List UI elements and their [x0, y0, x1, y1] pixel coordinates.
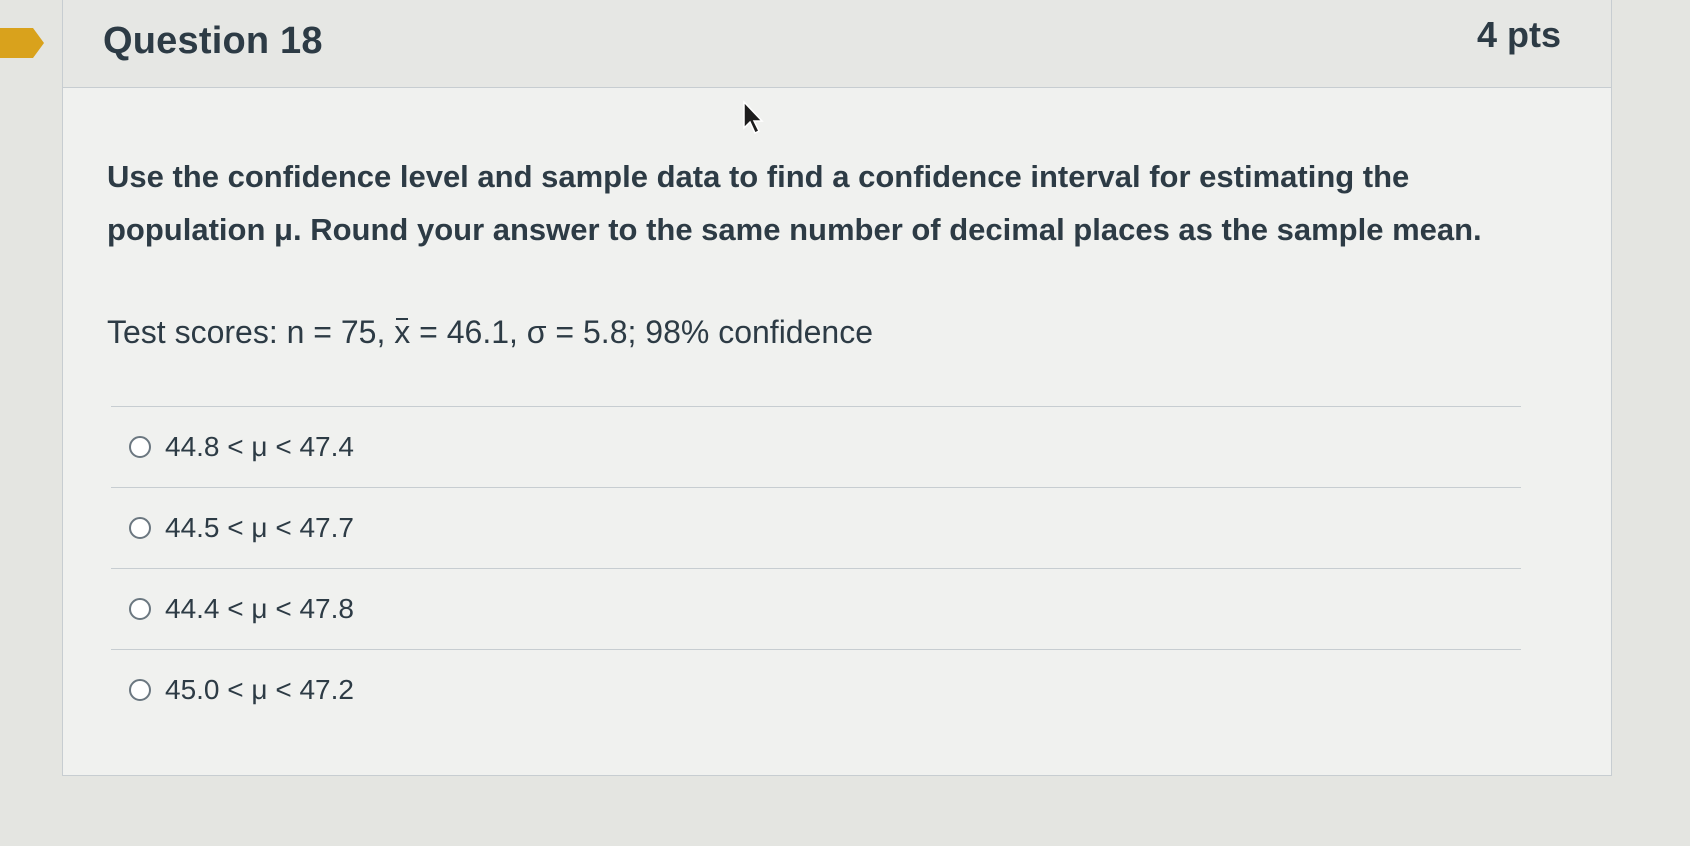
answer-list: 44.8 < μ < 47.4 44.5 < μ < 47.7 44.4 < μ… — [111, 406, 1521, 730]
given-data-prefix: Test scores: n = 75, — [107, 314, 395, 350]
answer-option[interactable]: 44.5 < μ < 47.7 — [111, 488, 1521, 569]
bookmark-flag-icon[interactable] — [0, 28, 44, 58]
given-data: Test scores: n = 75, x = 46.1, σ = 5.8; … — [107, 314, 873, 351]
quiz-page: Question 18 4 pts Use the confidence lev… — [0, 0, 1690, 846]
sample-mean-symbol: x — [394, 314, 411, 350]
question-body: Use the confidence level and sample data… — [63, 88, 1611, 776]
given-data-values: = 46.1, σ = 5.8; 98% confidence — [410, 314, 873, 350]
mouse-pointer-icon — [743, 100, 764, 135]
question-prompt: Use the confidence level and sample data… — [107, 159, 1482, 247]
radio-button[interactable] — [129, 679, 151, 701]
radio-button[interactable] — [129, 517, 151, 539]
answer-label: 44.4 < μ < 47.8 — [165, 593, 354, 624]
answer-option[interactable]: 44.4 < μ < 47.8 — [111, 569, 1521, 650]
question-points: 4 pts — [1476, 14, 1561, 55]
answer-label: 44.8 < μ < 47.4 — [165, 431, 354, 462]
radio-button[interactable] — [129, 436, 151, 458]
question-title: Question 18 — [103, 20, 323, 62]
answer-label: 45.0 < μ < 47.2 — [165, 674, 354, 705]
question-card: Question 18 4 pts Use the confidence lev… — [62, 0, 1612, 776]
radio-button[interactable] — [129, 598, 151, 620]
answer-option[interactable]: 45.0 < μ < 47.2 — [111, 650, 1521, 730]
answer-label: 44.5 < μ < 47.7 — [165, 512, 354, 543]
answer-option[interactable]: 44.8 < μ < 47.4 — [111, 407, 1521, 488]
question-header: Question 18 4 pts — [63, 0, 1611, 88]
